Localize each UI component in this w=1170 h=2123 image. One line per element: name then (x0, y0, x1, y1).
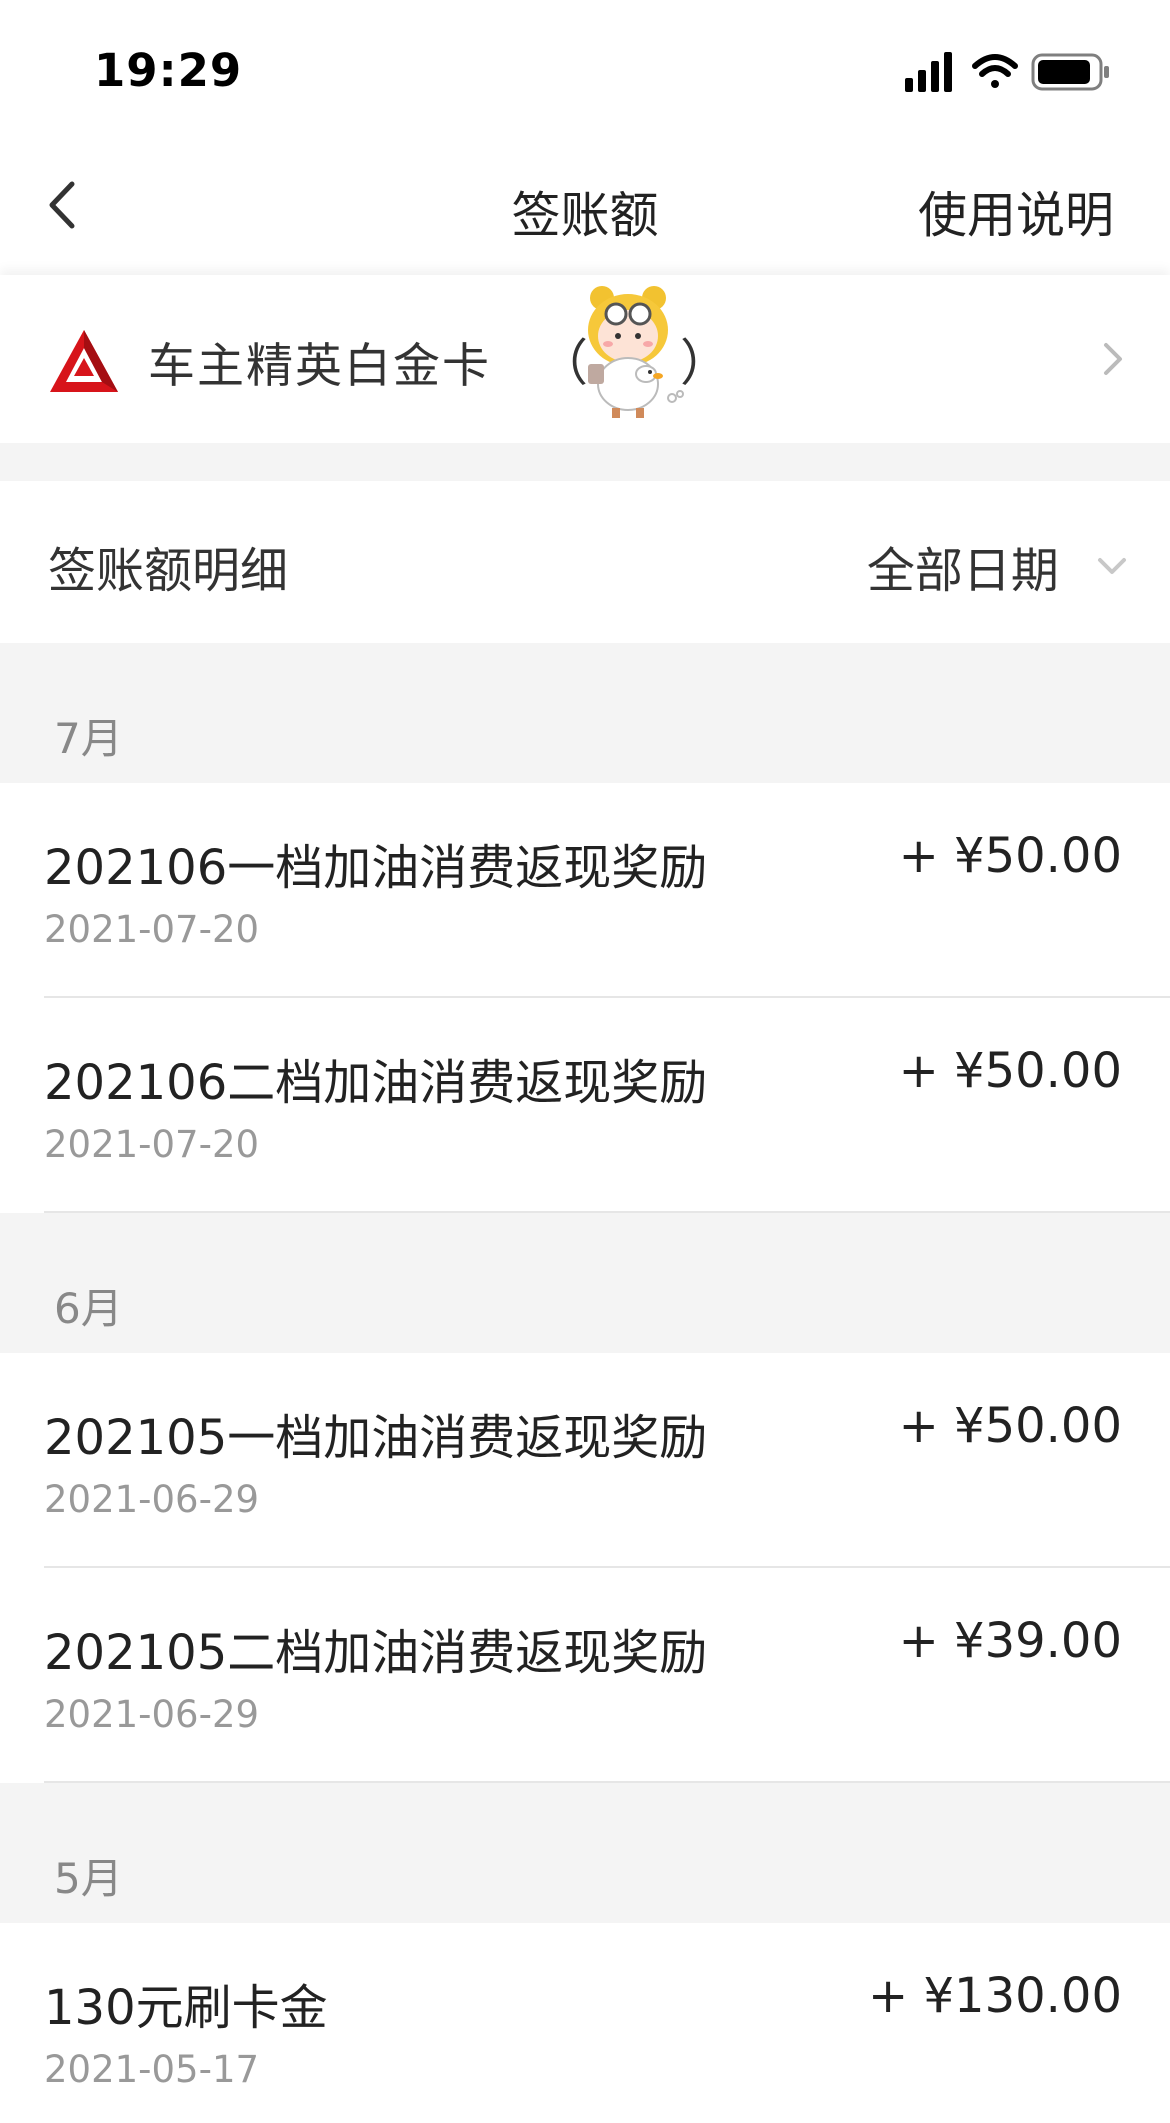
month-label: 7月 (54, 714, 123, 763)
detail-header: 签账额明细 全部日期 (0, 481, 1170, 643)
transaction-row[interactable]: 202106二档加油消费返现奖励 2021-07-20 + ¥50.00 (0, 998, 1170, 1213)
transaction-amount: + ¥50.00 (898, 1043, 1122, 1099)
transaction-title: 202106一档加油消费返现奖励 (44, 840, 708, 896)
wifi-icon (972, 54, 1018, 88)
section-divider (0, 443, 1170, 481)
transaction-amount: + ¥130.00 (868, 1968, 1122, 2024)
transaction-date: 2021-07-20 (44, 908, 260, 951)
status-bar: 19:29 (0, 0, 1170, 140)
bank-logo-icon (50, 330, 118, 392)
transaction-row[interactable]: 202105二档加油消费返现奖励 2021-06-29 + ¥39.00 (0, 1568, 1170, 1783)
signal-icon (905, 52, 952, 92)
status-icons (905, 52, 1109, 92)
date-filter-dropdown[interactable]: 全部日期 (867, 531, 1130, 599)
transaction-date: 2021-05-17 (44, 2048, 260, 2091)
transaction-title: 202105二档加油消费返现奖励 (44, 1625, 708, 1681)
transaction-date: 2021-06-29 (44, 1693, 260, 1736)
chevron-right-icon (1104, 343, 1122, 375)
transaction-amount: + ¥50.00 (898, 1398, 1122, 1454)
transaction-row[interactable]: 202106一档加油消费返现奖励 2021-07-20 + ¥50.00 (0, 783, 1170, 998)
month-header: 5月 (0, 1783, 1170, 1923)
cartoon-sticker (588, 286, 684, 418)
status-time: 19:29 (94, 44, 243, 97)
usage-instructions-button[interactable]: 使用说明 (918, 176, 1114, 247)
transaction-title: 202105一档加油消费返现奖励 (44, 1410, 708, 1466)
chevron-down-icon (1098, 558, 1126, 574)
transaction-title: 202106二档加油消费返现奖励 (44, 1055, 708, 1111)
card-selector[interactable]: 车主精英白金卡 （ ） (0, 275, 1170, 443)
transaction-row[interactable]: 202105一档加油消费返现奖励 2021-06-29 + ¥50.00 (0, 1353, 1170, 1568)
transaction-amount: + ¥50.00 (898, 828, 1122, 884)
month-label: 5月 (54, 1854, 123, 1903)
nav-bar: 签账额 使用说明 (0, 140, 1170, 275)
transaction-row[interactable]: 130元刷卡金 2021-05-17 + ¥130.00 (0, 1923, 1170, 2123)
month-header: 6月 (0, 1213, 1170, 1353)
month-label: 6月 (54, 1284, 123, 1333)
date-filter-label: 全部日期 (866, 543, 1059, 599)
paren-close: ） (680, 334, 730, 392)
transaction-amount: + ¥39.00 (898, 1613, 1122, 1669)
transaction-date: 2021-07-20 (44, 1123, 260, 1166)
card-name: 车主精英白金卡 (148, 339, 491, 394)
transaction-date: 2021-06-29 (44, 1478, 260, 1521)
battery-icon (1031, 53, 1109, 91)
month-header: 7月 (0, 643, 1170, 783)
transaction-title: 130元刷卡金 (44, 1980, 328, 2036)
detail-title: 签账额明细 (48, 543, 289, 599)
